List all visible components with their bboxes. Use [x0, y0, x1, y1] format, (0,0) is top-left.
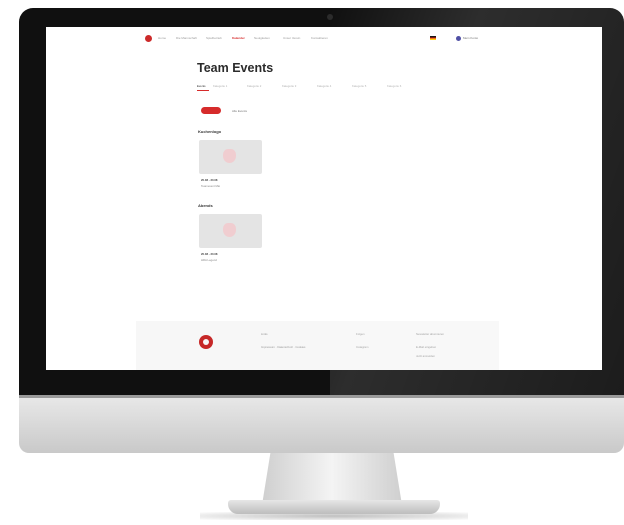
monitor-stand [262, 453, 402, 505]
nav-item-calendar[interactable]: Kalender [232, 36, 245, 40]
section-heading: Abends [198, 203, 213, 208]
monitor-chin [19, 395, 624, 453]
filter-pill-active[interactable] [201, 107, 221, 114]
nav-item-news[interactable]: Neuigkeiten [254, 36, 270, 40]
screen-glare [330, 8, 624, 395]
tab-events[interactable]: Events [197, 84, 206, 88]
footer-logo-icon[interactable] [199, 335, 213, 349]
monitor-base [228, 500, 440, 514]
footer-links-label: Links [261, 332, 268, 336]
monitor-edge [19, 395, 624, 398]
event-card-image[interactable] [199, 140, 262, 174]
nav-item-team[interactable]: Die Mannschaft [176, 36, 197, 40]
event-logo-icon [223, 149, 236, 163]
nav-item-club[interactable]: Unser Verein [283, 36, 300, 40]
event-title[interactable]: Teamevent Mai [201, 184, 220, 188]
event-date: 20.08 - 20.08 [201, 252, 218, 256]
active-tab-indicator [197, 90, 209, 91]
event-date: 20.08 - 20.08 [201, 178, 218, 182]
tab-category-1[interactable]: Kategorie 1 [213, 84, 227, 88]
club-logo-icon[interactable] [145, 35, 152, 42]
page-title: Team Events [197, 61, 274, 75]
event-card-image[interactable] [199, 214, 262, 248]
event-title[interactable]: HRA Legend [201, 258, 217, 262]
section-heading: Kuchenlogo [198, 129, 222, 134]
nav-item-games[interactable]: Spielbetrieb [206, 36, 222, 40]
nav-item-contact[interactable]: Kontaktieren [311, 36, 328, 40]
tab-category-3[interactable]: Kategorie 3 [282, 84, 296, 88]
footer-links[interactable]: Impressum · Datenschutz · Cookies [261, 345, 305, 349]
event-logo-icon [223, 223, 236, 237]
nav-item-home[interactable]: Home [158, 36, 166, 40]
tab-category-2[interactable]: Kategorie 2 [247, 84, 261, 88]
filter-pill-all[interactable]: Alle Events [232, 109, 247, 113]
